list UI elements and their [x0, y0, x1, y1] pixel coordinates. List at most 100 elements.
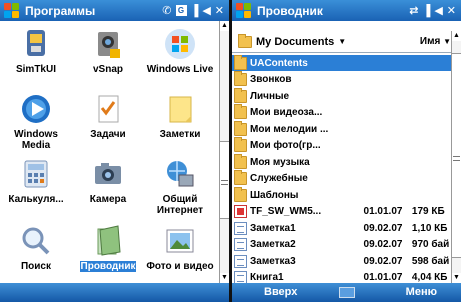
menu-softkey[interactable]: Меню	[406, 286, 437, 298]
file-row[interactable]: Заметка2 09.02.07 970 бай	[232, 237, 451, 253]
document-icon	[234, 221, 247, 235]
file-size: 970 бай	[411, 239, 450, 250]
start-menu-icon[interactable]	[3, 2, 20, 19]
program-windows-live[interactable]: Windows Live	[144, 21, 216, 75]
file-size: 598 бай	[411, 255, 450, 267]
folder-icon	[234, 137, 247, 152]
program-simtkui[interactable]: SimTkUI	[0, 21, 72, 75]
sync-icon: ⇄	[409, 5, 419, 17]
current-folder-label: My Documents	[256, 35, 335, 48]
signal-icon: ▐	[422, 4, 431, 17]
folder-icon	[238, 33, 252, 48]
close-icon[interactable]: ✕	[447, 4, 456, 17]
file-name: Мои мелодии ...	[250, 123, 329, 135]
softkey-bar	[0, 283, 229, 302]
file-name: TF_SW_WM5...	[250, 206, 322, 217]
scroll-down-icon[interactable]: ▼	[452, 273, 461, 283]
file-size: 179 КБ	[411, 206, 445, 217]
file-name: Заметка1	[250, 222, 296, 234]
folder-row[interactable]: UAContents	[232, 54, 451, 71]
file-name: UAContents	[250, 57, 308, 69]
folder-row[interactable]: Личные	[232, 87, 451, 104]
program-vsnap[interactable]: vSnap	[72, 21, 144, 75]
vertical-scrollbar[interactable]: ▲ ▼	[451, 31, 461, 283]
program-internet-sharing[interactable]: Общий Интернет	[144, 151, 216, 216]
file-row[interactable]: Заметка1 09.02.07 1,10 КБ	[232, 220, 451, 236]
up-softkey[interactable]: Вверх	[264, 286, 297, 298]
windows-live-icon	[163, 27, 197, 61]
folder-icon	[234, 104, 247, 119]
status-icons[interactable]: ✆ G ▐ ◀ ✕	[162, 4, 224, 18]
file-name: Книга1	[250, 272, 284, 283]
file-name: Мои видеоза...	[250, 107, 323, 118]
program-camera[interactable]: Камера	[72, 151, 144, 205]
file-date: 09.02.07	[363, 239, 403, 250]
folder-icon	[234, 87, 247, 103]
folder-row[interactable]: Моя музыка	[232, 153, 451, 170]
file-date: 09.02.07	[363, 255, 403, 267]
file-row[interactable]: Книга1 01.01.07 4,04 КБ	[232, 270, 451, 283]
file-name: Заметка3	[250, 255, 296, 267]
folder-row[interactable]: Служебные	[232, 170, 451, 187]
scroll-down-icon[interactable]: ▼	[220, 273, 229, 283]
window-title: Проводник	[257, 3, 323, 18]
file-name: Мои фото(гр...	[250, 140, 321, 151]
file-name: Заметка2	[250, 239, 296, 250]
sim-toolkit-icon	[19, 27, 53, 61]
scroll-up-icon[interactable]: ▲	[452, 31, 461, 41]
folder-selector[interactable]: My Documents ▼ Имя ▼	[232, 31, 461, 53]
file-name: Личные	[250, 90, 290, 102]
notes-icon	[163, 92, 197, 126]
folder-icon	[234, 153, 247, 169]
chevron-down-icon: ▼	[338, 37, 347, 46]
file-date: 09.02.07	[363, 222, 403, 234]
file-date: 01.01.07	[363, 206, 403, 217]
program-search[interactable]: Поиск	[0, 218, 72, 272]
signal-icon: ▐	[190, 4, 199, 17]
title-bar: Программы ✆ G ▐ ◀ ✕	[0, 0, 229, 21]
status-icons[interactable]: ⇄ ▐ ◀ ✕	[409, 4, 456, 18]
scroll-thumb[interactable]	[452, 53, 461, 258]
start-menu-icon[interactable]	[235, 2, 252, 19]
folder-icon	[234, 54, 247, 70]
folder-row[interactable]: Мои видеоза...	[232, 104, 451, 121]
file-name: Служебные	[250, 173, 308, 184]
program-notes[interactable]: Заметки	[144, 86, 216, 140]
volume-icon: ◀	[202, 5, 211, 17]
chevron-down-icon: ▼	[443, 37, 451, 46]
file-date: 01.01.07	[363, 272, 403, 283]
program-tasks[interactable]: Задачи	[72, 86, 144, 140]
camera-icon	[91, 157, 125, 191]
program-grid: SimTkUI vSnap Windows Live Windows Media	[0, 21, 219, 283]
softkey-bar: Вверх Меню	[232, 283, 461, 302]
folder-icon	[234, 170, 247, 185]
folder-icon	[234, 71, 247, 86]
pdf-file-icon	[234, 205, 247, 218]
photos-icon	[163, 224, 197, 258]
file-row[interactable]: TF_SW_WM5... 01.01.07 179 КБ	[232, 204, 451, 220]
gprs-icon: G	[175, 5, 187, 16]
program-windows-media[interactable]: Windows Media	[0, 86, 72, 151]
volume-icon: ◀	[434, 5, 443, 17]
program-file-explorer[interactable]: Проводник	[72, 218, 144, 272]
folder-icon	[234, 186, 247, 202]
sort-menu[interactable]: Имя ▼	[420, 36, 451, 47]
vertical-scrollbar[interactable]: ▲ ▼	[219, 21, 229, 283]
close-icon[interactable]: ✕	[215, 4, 224, 17]
folder-row[interactable]: Мои фото(гр...	[232, 137, 451, 154]
internet-sharing-icon	[163, 157, 197, 191]
file-row[interactable]: Заметка3 09.02.07 598 бай	[232, 253, 451, 269]
folder-row[interactable]: Шаблоны	[232, 186, 451, 203]
programs-screen: Программы ✆ G ▐ ◀ ✕ SimTkUI vSnap Window…	[0, 0, 229, 302]
program-calculator[interactable]: Калькуля...	[0, 151, 72, 205]
program-photos[interactable]: Фото и видео	[144, 218, 216, 272]
folder-row[interactable]: Звонков	[232, 71, 451, 88]
folder-row[interactable]: Мои мелодии ...	[232, 120, 451, 137]
explorer-screen: Проводник ⇄ ▐ ◀ ✕ My Documents ▼ Имя ▼ U…	[232, 0, 461, 302]
file-name: Звонков	[250, 74, 292, 85]
scroll-thumb[interactable]	[220, 141, 229, 219]
phone-icon: ✆	[162, 5, 172, 17]
scroll-up-icon[interactable]: ▲	[220, 21, 229, 31]
window-title: Программы	[25, 3, 96, 18]
keyboard-icon[interactable]	[339, 287, 355, 298]
